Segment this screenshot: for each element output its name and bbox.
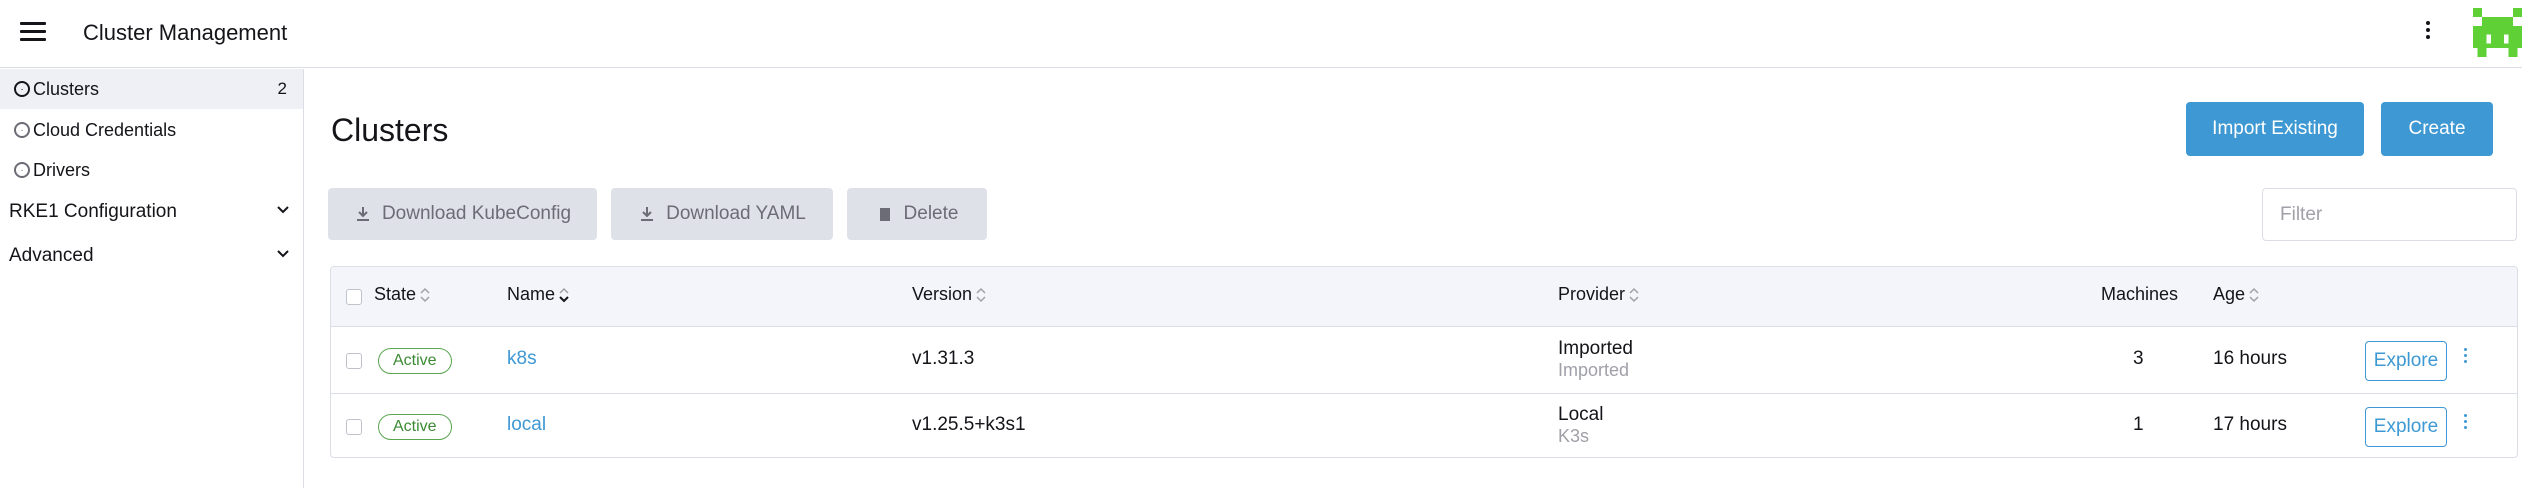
globe-icon: · [14, 162, 30, 178]
sidebar-group-label: RKE1 Configuration [9, 201, 177, 222]
sidebar-item-label: Drivers [33, 159, 90, 180]
header-label: Version [912, 284, 973, 304]
chevron-down-icon [277, 206, 289, 214]
cluster-provider-sub: Imported [1558, 360, 1630, 380]
header-label: Provider [1558, 284, 1626, 304]
filter-input[interactable] [2262, 188, 2517, 241]
header-label: Machines [2101, 284, 2179, 304]
cluster-version: v1.25.5+k3s1 [912, 414, 1026, 435]
sidebar-item-label: Cloud Credentials [33, 119, 177, 140]
row-actions-icon[interactable] [2457, 345, 2473, 377]
cluster-version: v1.31.3 [912, 348, 975, 369]
column-header-version[interactable]: Version [912, 284, 986, 305]
clusters-table: State Name Version Provider Machines Age… [330, 266, 2518, 458]
sort-icon [420, 287, 430, 302]
row-checkbox[interactable] [346, 353, 362, 369]
sort-icon [2249, 287, 2259, 302]
more-options-icon[interactable] [2418, 18, 2438, 48]
sort-icon [976, 287, 986, 302]
download-kubeconfig-button[interactable]: Download KubeConfig [328, 188, 597, 240]
sidebar-group-advanced[interactable]: Advanced [0, 236, 303, 276]
explore-button[interactable]: Explore [2365, 407, 2447, 447]
delete-button[interactable]: Delete [847, 188, 987, 240]
sidebar-item-drivers[interactable]: · Drivers [0, 150, 303, 190]
globe-icon: · [14, 122, 30, 138]
button-label: Delete [903, 203, 959, 224]
table-row: Active local v1.25.5+k3s1 Local K3s 1 17… [331, 394, 2517, 457]
sort-desc-icon [559, 287, 569, 302]
status-badge: Active [378, 348, 452, 374]
chevron-down-icon [277, 250, 289, 258]
table-row: Active k8s v1.31.3 Imported Imported 3 1… [331, 328, 2517, 394]
select-all-checkbox[interactable] [346, 289, 362, 305]
download-yaml-button[interactable]: Download YAML [611, 188, 833, 240]
cluster-provider-sub: K3s [1558, 426, 1590, 446]
cluster-provider: Imported [1558, 338, 1633, 359]
cluster-name-link[interactable]: k8s [507, 348, 537, 370]
cluster-age: 16 hours [2213, 348, 2287, 369]
cluster-name-link[interactable]: local [507, 414, 546, 436]
globe-icon: · [14, 81, 30, 97]
column-header-name[interactable]: Name [507, 284, 569, 305]
avatar[interactable] [2473, 8, 2522, 57]
header-label: State [374, 284, 417, 304]
column-header-state[interactable]: State [374, 284, 430, 305]
page-title: Clusters [331, 112, 449, 148]
sidebar-item-cloud-credentials[interactable]: · Cloud Credentials [0, 110, 303, 150]
explore-button[interactable]: Explore [2365, 341, 2447, 381]
sidebar-item-clusters[interactable]: · Clusters 2 [0, 69, 303, 109]
sidebar: · Clusters 2 · Cloud Credentials · Drive… [0, 69, 304, 488]
import-existing-button[interactable]: Import Existing [2186, 102, 2364, 156]
button-label: Download KubeConfig [381, 203, 572, 224]
create-button[interactable]: Create [2381, 102, 2493, 156]
menu-icon[interactable] [20, 22, 46, 42]
app-title: Cluster Management [83, 20, 288, 45]
row-checkbox[interactable] [346, 419, 362, 435]
download-icon [356, 207, 369, 221]
download-icon [641, 207, 654, 221]
sort-icon [1629, 287, 1639, 302]
sidebar-group-rke1-configuration[interactable]: RKE1 Configuration [0, 192, 303, 232]
cluster-machines: 1 [2133, 414, 2144, 435]
cluster-age: 17 hours [2213, 414, 2287, 435]
header-label: Age [2213, 284, 2246, 304]
sidebar-item-label: Clusters [33, 78, 100, 99]
cluster-provider: Local [1558, 404, 1604, 425]
column-header-machines[interactable]: Machines [2101, 284, 2178, 305]
header-label: Name [507, 284, 556, 304]
column-header-age[interactable]: Age [2213, 284, 2259, 305]
status-badge: Active [378, 414, 452, 440]
sidebar-group-label: Advanced [9, 245, 94, 266]
table-header: State Name Version Provider Machines Age [331, 267, 2517, 327]
row-actions-icon[interactable] [2457, 411, 2473, 443]
top-bar: Cluster Management [0, 0, 2522, 68]
trash-icon [879, 208, 890, 221]
column-header-provider[interactable]: Provider [1558, 284, 1639, 305]
cluster-machines: 3 [2133, 348, 2144, 369]
sidebar-item-count: 2 [277, 79, 287, 98]
button-label: Download YAML [666, 203, 806, 224]
